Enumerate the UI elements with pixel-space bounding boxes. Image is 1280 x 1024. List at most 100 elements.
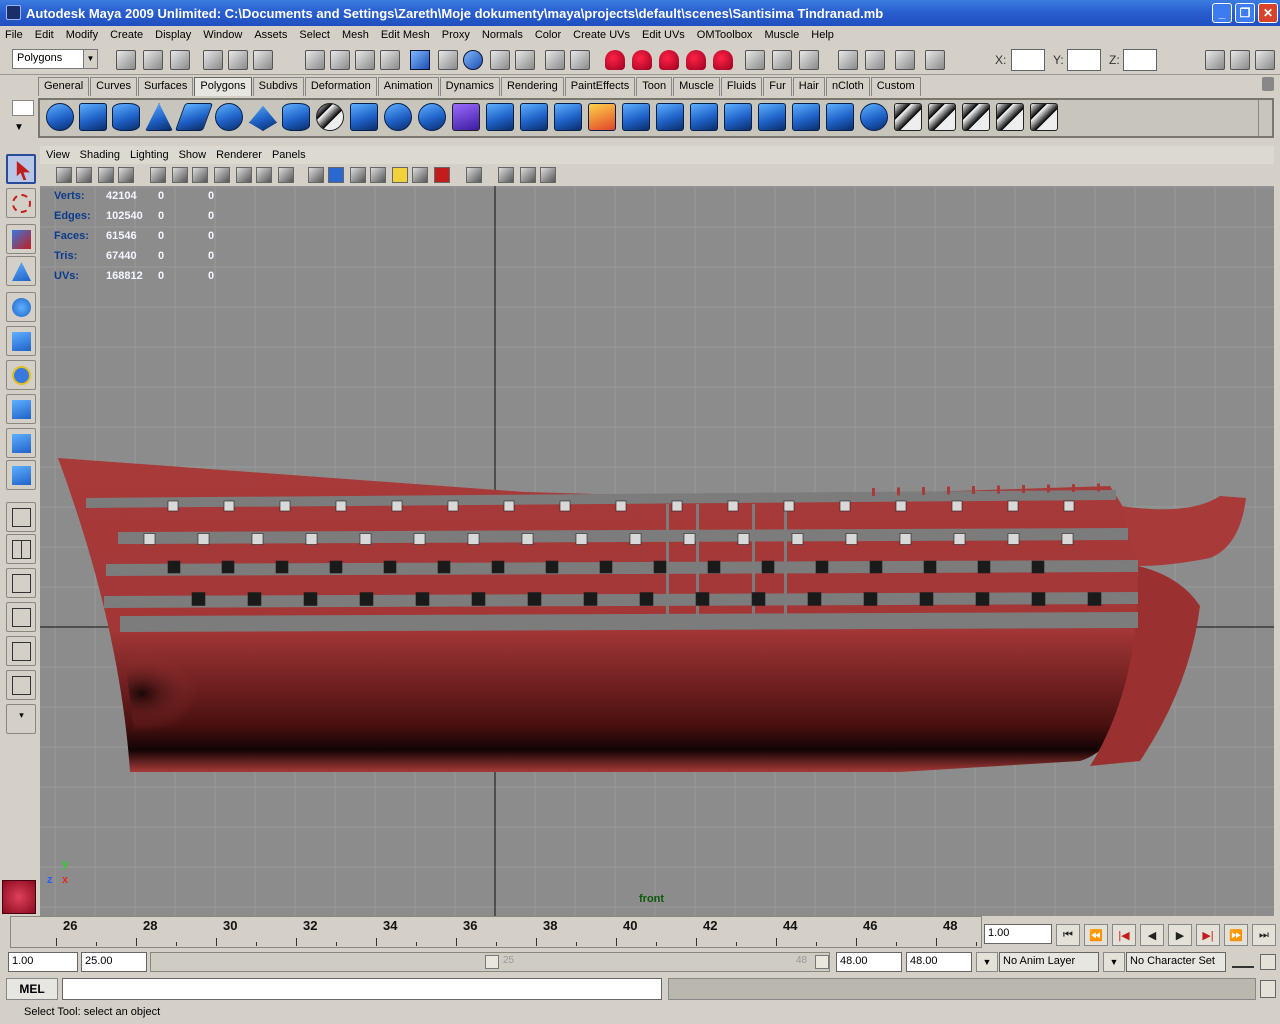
insert-edge-loop-icon[interactable] xyxy=(690,103,718,131)
snap-point-icon[interactable] xyxy=(355,50,375,70)
layout-graph-editor-button[interactable] xyxy=(6,670,36,700)
separate-icon[interactable] xyxy=(384,103,412,131)
tab-custom[interactable]: Custom xyxy=(870,77,921,96)
field-chart-icon[interactable] xyxy=(236,167,252,183)
tab-deformation[interactable]: Deformation xyxy=(304,77,377,96)
shelf-arrow-icon[interactable]: ▼ xyxy=(14,122,24,133)
render-globals-icon[interactable] xyxy=(895,50,915,70)
construction-history-icon[interactable] xyxy=(490,50,510,70)
script-editor-icon[interactable] xyxy=(1260,980,1276,998)
go-to-end-button[interactable]: ⏭ xyxy=(1252,924,1276,946)
anim-prefs-icon[interactable] xyxy=(1260,954,1276,970)
select-tool-button[interactable] xyxy=(6,154,36,184)
animation-end-field[interactable]: 48.00 xyxy=(906,952,972,972)
step-back-frame-button[interactable]: |◀ xyxy=(1112,924,1136,946)
anim-layer-dropdown[interactable]: No Anim Layer xyxy=(999,952,1099,972)
current-frame-field[interactable]: 1.00 xyxy=(984,924,1052,944)
scale-tool-button[interactable] xyxy=(6,326,36,356)
tab-muscle[interactable]: Muscle xyxy=(673,77,720,96)
tool-settings-toggle-icon[interactable] xyxy=(1230,50,1250,70)
maximize-button[interactable]: ❐ xyxy=(1235,3,1255,23)
uv-texture-editor-icon[interactable] xyxy=(1030,103,1058,131)
menu-edit-mesh[interactable]: Edit Mesh xyxy=(381,29,430,41)
shelf-menu-button[interactable] xyxy=(12,100,34,116)
tab-polygons[interactable]: Polygons xyxy=(194,77,252,96)
layout-four-button[interactable] xyxy=(6,534,36,564)
resolution-gate-icon[interactable] xyxy=(192,167,208,183)
step-forward-key-button[interactable]: ⏩ xyxy=(1224,924,1248,946)
maya-app-icon[interactable] xyxy=(6,5,21,20)
wireframe-icon[interactable] xyxy=(308,167,324,183)
input-ops-icon[interactable] xyxy=(463,50,483,70)
z-field[interactable] xyxy=(1123,49,1157,71)
universal-manipulator-button[interactable] xyxy=(6,360,36,390)
tab-rendering[interactable]: Rendering xyxy=(500,77,564,96)
menu-create[interactable]: Create xyxy=(110,29,143,41)
split-polygon-icon[interactable] xyxy=(656,103,684,131)
menu-normals[interactable]: Normals xyxy=(482,29,523,41)
anim-layer-dropdown-arrow[interactable]: ▼ xyxy=(976,952,998,972)
textured-icon[interactable] xyxy=(370,167,386,183)
bookmarks-icon[interactable] xyxy=(98,167,114,183)
reduce-icon[interactable] xyxy=(520,103,548,131)
panel-menu-shading[interactable]: Shading xyxy=(80,149,120,161)
mel-label[interactable]: MEL xyxy=(6,978,58,1000)
menu-modify[interactable]: Modify xyxy=(66,29,98,41)
char-set-dropdown-arrow[interactable]: ▼ xyxy=(1103,952,1125,972)
tab-painteffects[interactable]: PaintEffects xyxy=(564,77,636,96)
history-icon[interactable] xyxy=(438,50,458,70)
layout-graph-button[interactable] xyxy=(6,602,36,632)
frame-selection-icon[interactable] xyxy=(520,167,536,183)
viewport-canvas[interactable] xyxy=(40,186,1274,916)
play-forward-button[interactable]: ▶ xyxy=(1168,924,1192,946)
panel-menu-show[interactable]: Show xyxy=(179,149,207,161)
isolate-select-icon[interactable] xyxy=(466,167,482,183)
character-set-dropdown[interactable]: No Character Set xyxy=(1126,952,1226,972)
smooth-proxy-icon[interactable] xyxy=(452,103,480,131)
last-tool-button[interactable] xyxy=(6,460,36,490)
step-forward-frame-button[interactable]: ▶| xyxy=(1196,924,1220,946)
render-settings-icon[interactable] xyxy=(799,50,819,70)
tab-general[interactable]: General xyxy=(38,77,90,96)
menu-color[interactable]: Color xyxy=(535,29,561,41)
menu-display[interactable]: Display xyxy=(155,29,191,41)
magnet-curve-icon[interactable] xyxy=(632,50,652,70)
layout-outliner-button[interactable] xyxy=(6,568,36,598)
bevel-icon[interactable] xyxy=(792,103,820,131)
poly-pipe-icon[interactable] xyxy=(282,103,310,131)
poly-soccer-ball-icon[interactable] xyxy=(316,103,344,131)
new-scene-icon[interactable] xyxy=(116,50,136,70)
film-gate-icon[interactable] xyxy=(172,167,188,183)
magnet-surface-icon[interactable] xyxy=(713,50,733,70)
menu-select[interactable]: Select xyxy=(299,29,330,41)
mirror-icon[interactable] xyxy=(554,103,582,131)
panel-menu-view[interactable]: View xyxy=(46,149,70,161)
merge-icon[interactable] xyxy=(826,103,854,131)
panel-menu-panels[interactable]: Panels xyxy=(272,149,306,161)
ipr-icon[interactable] xyxy=(865,50,885,70)
select-object-icon[interactable] xyxy=(228,50,248,70)
snap-grid-icon[interactable] xyxy=(305,50,325,70)
extract-icon[interactable] xyxy=(418,103,446,131)
menu-proxy[interactable]: Proxy xyxy=(442,29,470,41)
safe-title-icon[interactable] xyxy=(278,167,294,183)
render-current-icon[interactable] xyxy=(745,50,765,70)
extrude-icon[interactable] xyxy=(758,103,786,131)
menu-edit-uvs[interactable]: Edit UVs xyxy=(642,29,685,41)
poly-cube-icon[interactable] xyxy=(79,103,107,131)
select-camera-icon[interactable] xyxy=(56,167,72,183)
automatic-mapping-icon[interactable] xyxy=(996,103,1024,131)
tab-fur[interactable]: Fur xyxy=(763,77,792,96)
smooth-shade-icon[interactable] xyxy=(328,167,344,183)
snap-curve-icon[interactable] xyxy=(330,50,350,70)
tab-surfaces[interactable]: Surfaces xyxy=(137,77,194,96)
animation-start-field[interactable]: 1.00 xyxy=(8,952,78,972)
tab-fluids[interactable]: Fluids xyxy=(720,77,763,96)
smooth-icon[interactable] xyxy=(486,103,514,131)
soft-modification-button[interactable] xyxy=(6,394,36,424)
sculpt-geometry-icon[interactable] xyxy=(860,103,888,131)
mel-command-input[interactable] xyxy=(62,978,662,1000)
range-end-handle[interactable] xyxy=(815,955,829,969)
paint-select-tool-button[interactable] xyxy=(6,224,36,254)
magnet-snap-icon[interactable] xyxy=(605,50,625,70)
